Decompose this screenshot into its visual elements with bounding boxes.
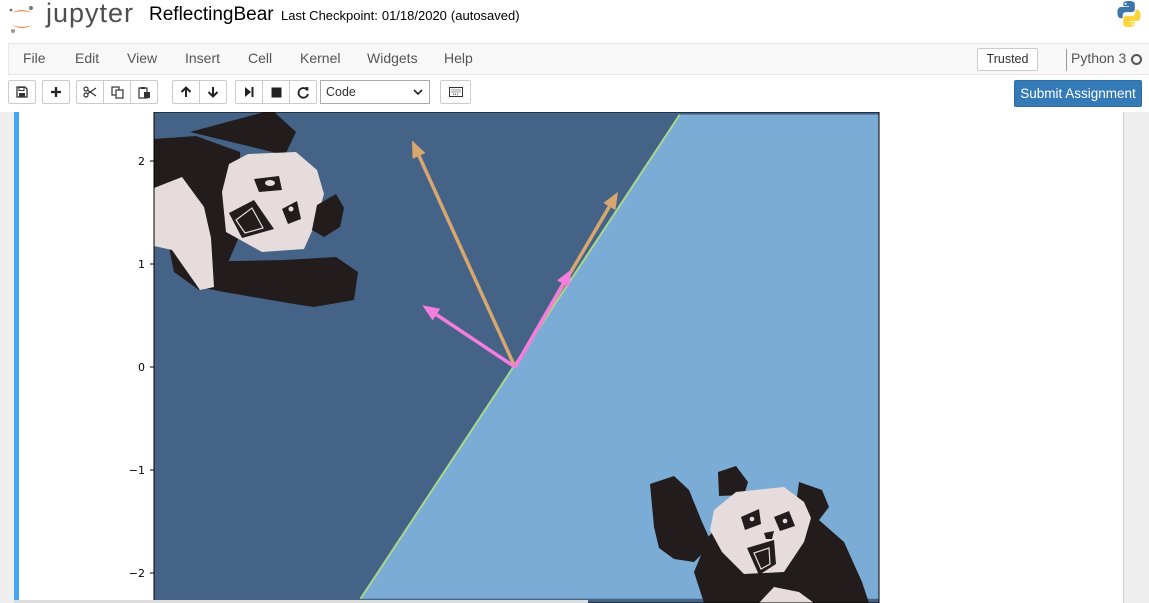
toolbar-group-keyboard xyxy=(440,80,471,104)
notebook-page: 2 1 0 −1 −2 xyxy=(14,112,1124,603)
kernel-status-icon xyxy=(1131,54,1142,65)
save-icon xyxy=(16,86,28,98)
command-palette-button[interactable] xyxy=(440,80,471,104)
jupyter-logo-icon xyxy=(9,6,33,33)
save-button[interactable] xyxy=(8,80,36,104)
run-button[interactable] xyxy=(235,80,263,104)
plus-icon xyxy=(51,87,61,97)
reflection-plot: 2 1 0 −1 −2 xyxy=(129,112,880,603)
y-tick-label: 2 xyxy=(138,155,145,168)
insert-cell-button[interactable] xyxy=(42,80,70,104)
stop-icon xyxy=(271,87,281,97)
checkpoint-time: 01/18/2020 xyxy=(381,8,447,23)
checkpoint-label: Last Checkpoint: xyxy=(281,8,378,23)
y-tick-label: −2 xyxy=(129,567,145,580)
python-logo-icon xyxy=(1117,1,1141,27)
toolbar-group-run xyxy=(235,80,317,104)
y-tick-label: 1 xyxy=(138,258,145,271)
arrow-up-icon xyxy=(180,86,192,97)
toolbar-group-save xyxy=(8,80,36,104)
restart-button[interactable] xyxy=(289,80,317,104)
menu-widgets[interactable]: Widgets xyxy=(367,50,418,66)
logo-text: jupyter xyxy=(46,0,135,28)
keyboard-icon xyxy=(448,87,463,97)
menubar: File Edit View Insert Cell Kernel Widget… xyxy=(8,43,1149,75)
menu-view[interactable]: View xyxy=(127,50,157,66)
copy-icon xyxy=(110,85,124,99)
kernel-name[interactable]: Python 3 xyxy=(1071,50,1126,66)
y-axis-ticks: 2 1 0 −1 −2 xyxy=(129,155,154,580)
menu-edit[interactable]: Edit xyxy=(75,50,99,66)
arrow-down-icon xyxy=(207,87,219,98)
trusted-indicator[interactable]: Trusted xyxy=(977,48,1038,71)
chevron-down-icon xyxy=(413,89,423,96)
interrupt-button[interactable] xyxy=(262,80,290,104)
header: jupyter ReflectingBear Last Checkpoint: 0… xyxy=(0,0,1149,42)
autosave-status: (autosaved) xyxy=(450,8,520,23)
move-up-button[interactable] xyxy=(172,80,200,104)
toolbar-group-edit xyxy=(76,80,158,104)
y-tick-label: −1 xyxy=(129,464,145,477)
submit-assignment-button[interactable]: Submit Assignment xyxy=(1014,80,1142,107)
menu-insert[interactable]: Insert xyxy=(185,50,220,66)
cell-type-select[interactable]: Code xyxy=(320,80,430,104)
menu-file[interactable]: File xyxy=(23,50,46,66)
toolbar-group-move xyxy=(172,80,227,104)
checkpoint-status: Last Checkpoint: 01/18/2020 (autosaved) xyxy=(281,8,524,23)
refresh-icon xyxy=(297,86,309,99)
notebook-area: 2 1 0 −1 −2 xyxy=(0,112,1149,603)
step-forward-icon xyxy=(245,87,254,97)
menu-cell[interactable]: Cell xyxy=(248,50,272,66)
paste-icon xyxy=(137,86,150,99)
copy-button[interactable] xyxy=(103,80,131,104)
menu-help[interactable]: Help xyxy=(444,50,473,66)
paste-button[interactable] xyxy=(130,80,158,104)
toolbar: Code Submit Assignment xyxy=(0,76,1149,112)
cut-button[interactable] xyxy=(76,80,104,104)
move-down-button[interactable] xyxy=(199,80,227,104)
cell-type-value: Code xyxy=(326,85,356,99)
plot-axes xyxy=(154,112,879,603)
cut-icon xyxy=(83,86,97,98)
toolbar-group-insert xyxy=(42,80,70,104)
kernel-divider xyxy=(1066,49,1067,71)
notebook-name[interactable]: ReflectingBear xyxy=(149,4,274,26)
y-tick-label: 0 xyxy=(138,361,145,374)
menu-kernel[interactable]: Kernel xyxy=(300,50,340,66)
